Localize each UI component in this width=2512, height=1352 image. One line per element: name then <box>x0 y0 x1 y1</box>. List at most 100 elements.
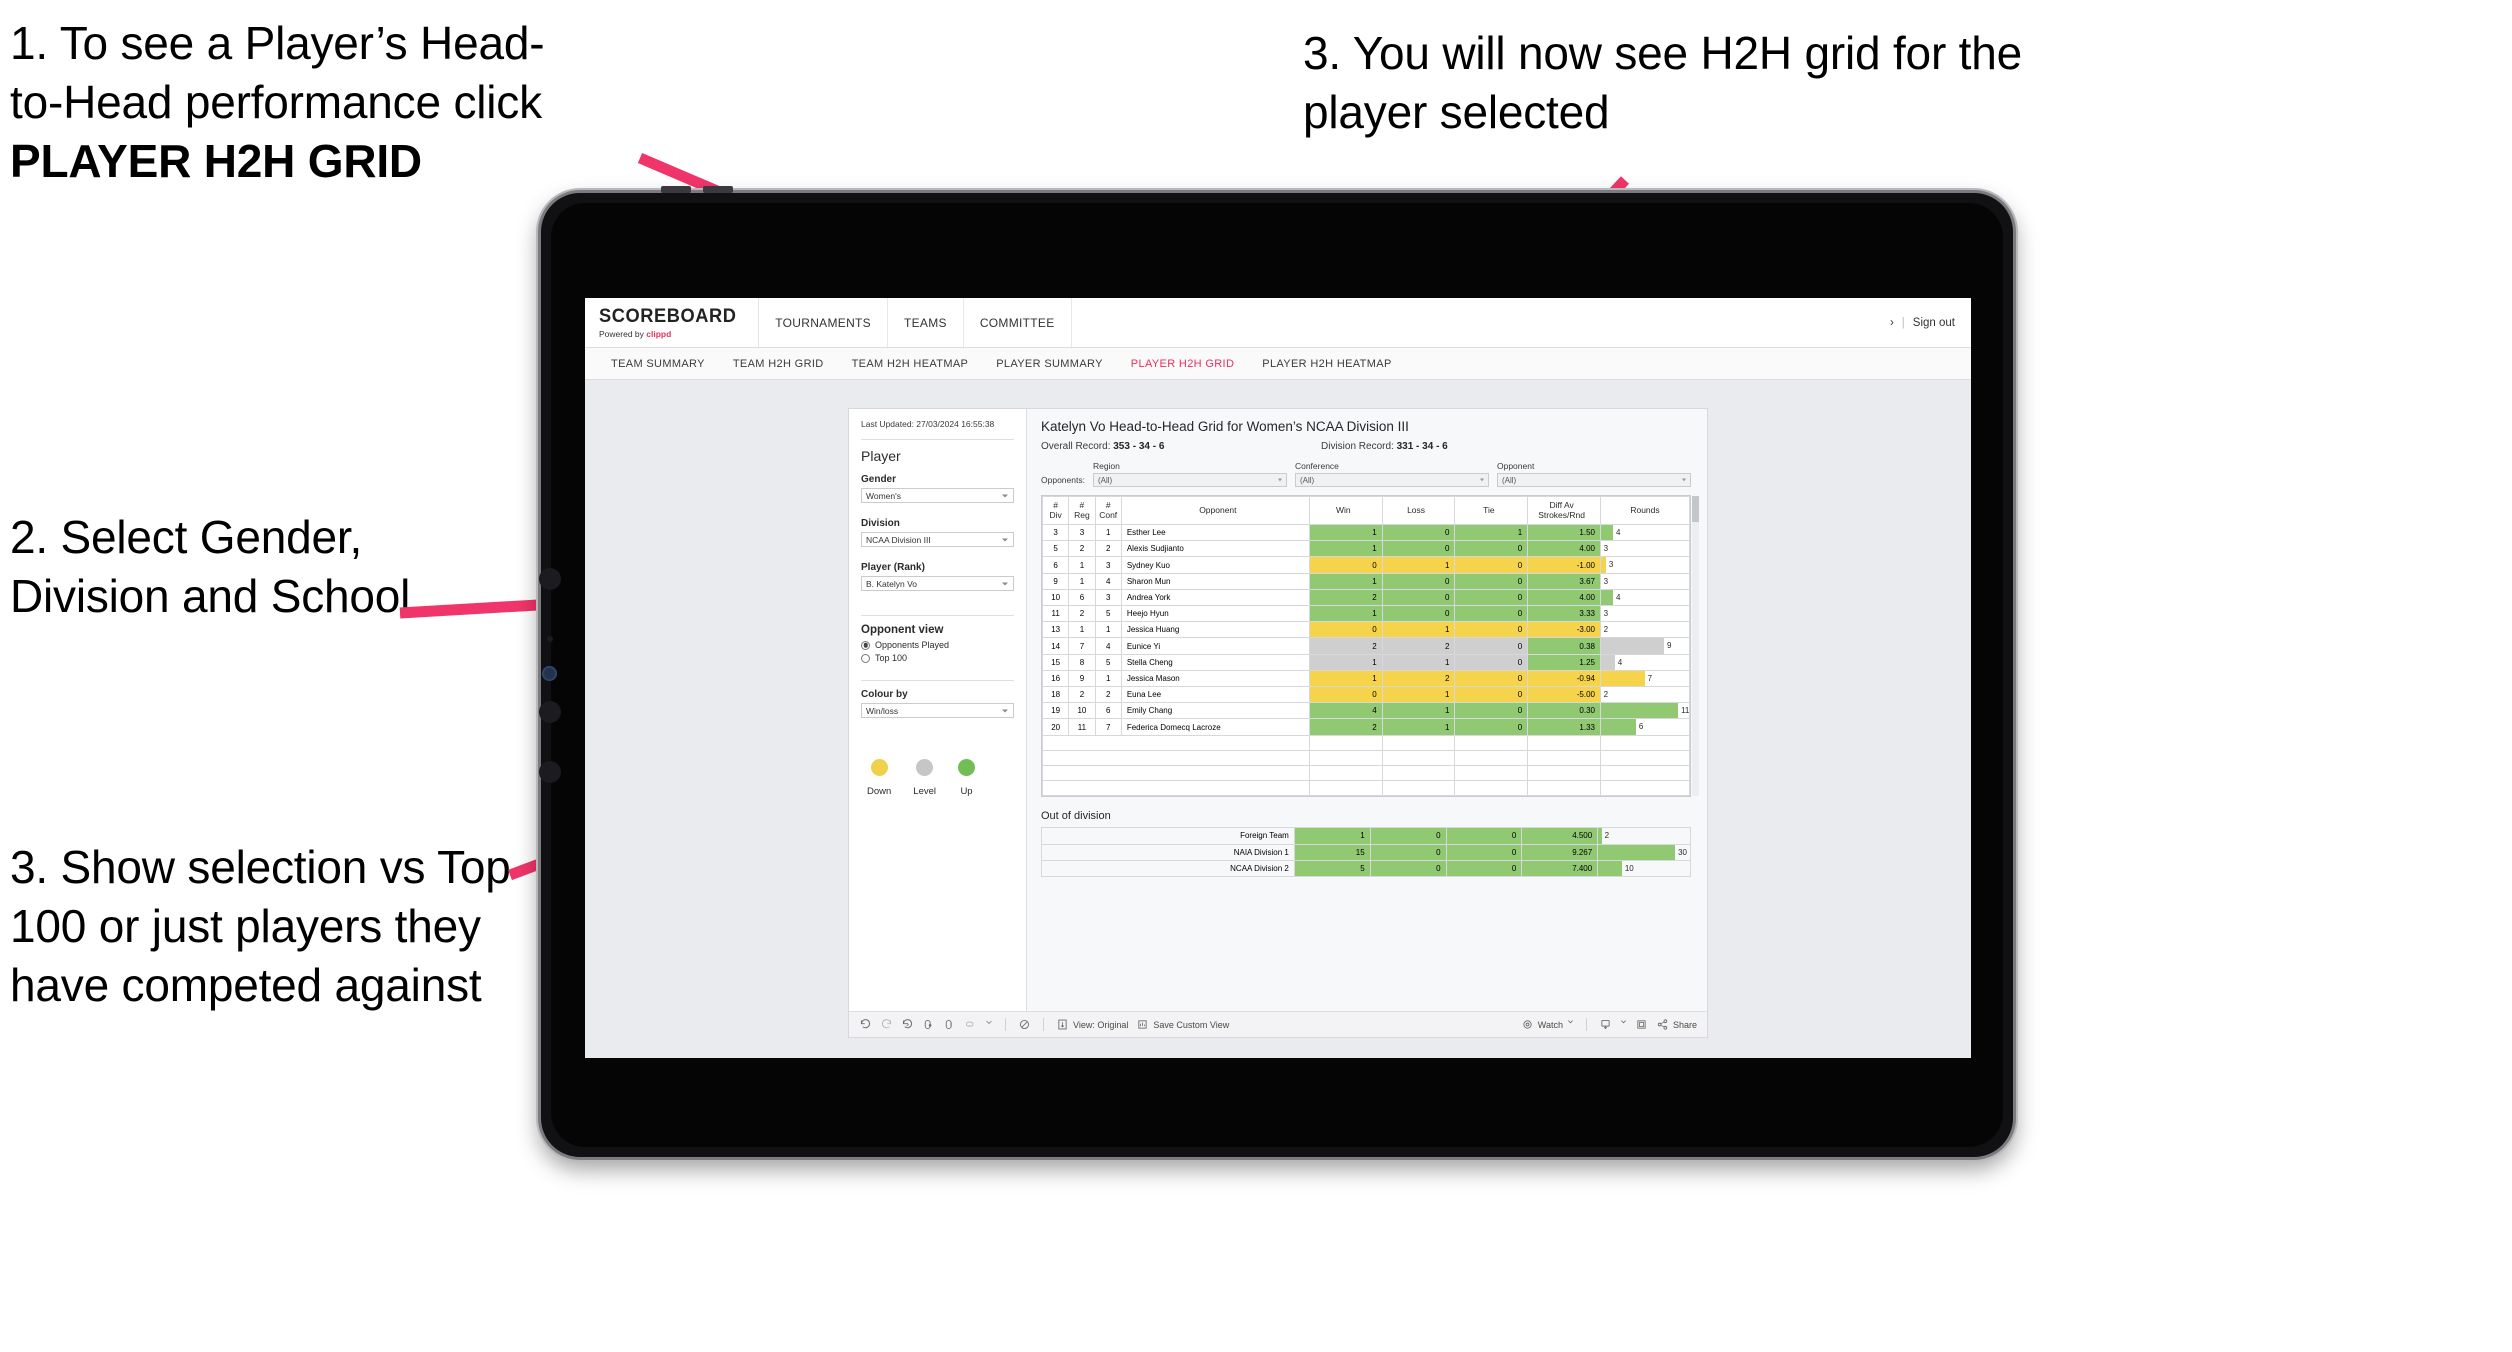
revert-icon[interactable] <box>901 1018 914 1031</box>
colour-by-select[interactable]: Win/loss <box>861 703 1014 719</box>
cell-div: 13 <box>1041 621 1070 639</box>
account-chevron-icon[interactable]: › <box>1890 317 1894 329</box>
cell-loss: 1 <box>1381 621 1456 639</box>
rounds-value: 10 <box>1624 863 1634 873</box>
cell-diff: 0.30 <box>1527 702 1601 720</box>
cell-tie: 0 <box>1454 718 1529 736</box>
table-row-empty <box>1042 780 1690 797</box>
tab-strip: TEAM SUMMARY TEAM H2H GRID TEAM H2H HEAT… <box>585 348 1971 380</box>
tab-team-h2h-grid[interactable]: TEAM H2H GRID <box>719 358 838 370</box>
cell-diff: 4.00 <box>1527 588 1601 607</box>
cell-diff: 1.50 <box>1527 523 1601 542</box>
share-label: Share <box>1672 1019 1697 1030</box>
chevron-down-icon <box>1002 709 1008 713</box>
cell-conf: 1 <box>1094 523 1122 542</box>
volume-button-2[interactable] <box>703 186 733 193</box>
refresh-data-icon[interactable] <box>922 1018 935 1031</box>
cell-group-name: Foreign Team <box>1041 827 1295 845</box>
cell-tie: 0 <box>1454 556 1529 574</box>
player-section-heading: Player <box>861 448 901 465</box>
table-row[interactable]: 16 9 1 Jessica Mason 1 2 0 -0.94 7 <box>1041 669 1690 688</box>
table-row[interactable]: 10 6 3 Andrea York 2 0 0 4.00 4 <box>1041 588 1690 607</box>
rounds-value: 3 <box>1603 544 1609 554</box>
cell-opponent: Sydney Kuo <box>1120 556 1310 574</box>
th-diff: Diff Av Strokes/Rnd <box>1527 496 1601 525</box>
cell-rounds: 6 <box>1600 718 1690 736</box>
player-rank-select[interactable]: B. Katelyn Vo <box>861 576 1014 592</box>
table-row[interactable]: 11 2 5 Heejo Hyun 1 0 0 3.33 3 <box>1041 605 1690 623</box>
table-row[interactable]: 19 10 6 Emily Chang 4 1 0 0.30 11 <box>1041 702 1690 720</box>
opponent-value: (All) <box>1501 475 1517 485</box>
share-button[interactable]: Share <box>1656 1018 1697 1031</box>
out-of-division-title: Out of division <box>1041 810 1111 823</box>
grid-scrollbar-thumb[interactable] <box>1692 496 1699 522</box>
table-row[interactable]: 9 1 4 Sharon Mun 1 0 0 3.67 3 <box>1041 572 1690 590</box>
out-of-division-row[interactable]: Foreign Team 1 0 0 4.500 2 <box>1041 827 1691 845</box>
undo-icon[interactable] <box>859 1018 872 1031</box>
gender-label: Gender <box>861 474 897 486</box>
cell-win: 1 <box>1308 653 1383 671</box>
region-select[interactable]: (All) <box>1092 473 1287 487</box>
table-row[interactable]: 20 11 7 Federica Domecq Lacroze 2 1 0 1.33 6 <box>1041 718 1690 736</box>
out-of-division-row[interactable]: NAIA Division 1 15 0 0 9.267 30 <box>1041 843 1691 861</box>
cell-opponent: Eunice Yi <box>1120 637 1310 655</box>
rounds-value: 4 <box>1617 657 1623 667</box>
chevron-down-icon[interactable] <box>1620 1018 1627 1031</box>
radio-top-100[interactable]: Top 100 <box>861 653 1014 663</box>
view-icon <box>1056 1018 1069 1031</box>
player-rank-label: Player (Rank) <box>861 562 925 574</box>
tab-player-h2h-grid[interactable]: PLAYER H2H GRID <box>1117 358 1248 370</box>
table-row[interactable]: 18 2 2 Euna Lee 0 1 0 -5.00 2 <box>1041 686 1690 704</box>
nav-item-committee[interactable]: COMMITTEE <box>964 298 1072 347</box>
cell-win: 1 <box>1308 605 1383 623</box>
download-icon[interactable] <box>1599 1018 1612 1031</box>
view-original-button[interactable]: View: Original <box>1056 1018 1128 1031</box>
highlight-icon[interactable] <box>964 1018 977 1031</box>
opponent-filter-row: Opponents: Region (All) Conference (All)… <box>1041 461 1691 487</box>
cell-opponent: Jessica Huang <box>1120 621 1310 639</box>
table-row[interactable]: 13 1 1 Jessica Huang 0 1 0 -3.00 2 <box>1041 621 1690 639</box>
radio-opponents-played[interactable]: Opponents Played <box>861 640 1014 650</box>
tab-team-summary[interactable]: TEAM SUMMARY <box>597 358 719 370</box>
rounds-value: 11 <box>1681 706 1690 716</box>
opponent-select[interactable]: (All) <box>1496 473 1691 487</box>
cell-rounds: 3 <box>1600 605 1690 623</box>
legend-item-up: Up <box>958 759 976 797</box>
redo-icon[interactable] <box>880 1018 893 1031</box>
rounds-value: 6 <box>1638 722 1644 732</box>
sign-out-link[interactable]: Sign out <box>1913 317 1955 329</box>
toolbar-divider-2 <box>1043 1018 1044 1031</box>
table-row[interactable]: 15 8 5 Stella Cheng 1 1 0 1.25 4 <box>1041 653 1690 671</box>
tab-team-h2h-heatmap[interactable]: TEAM H2H HEATMAP <box>838 358 983 370</box>
tab-player-h2h-heatmap[interactable]: PLAYER H2H HEATMAP <box>1248 358 1405 370</box>
cell-tie: 0 <box>1445 859 1523 878</box>
cell-reg: 7 <box>1068 637 1096 655</box>
brand-logo[interactable]: SCOREBOARD Powered by clippd <box>585 298 760 347</box>
legend-dot-down <box>870 759 888 777</box>
clear-sheet-icon[interactable] <box>1018 1018 1031 1031</box>
save-custom-view-button[interactable]: Save Custom View <box>1136 1018 1229 1031</box>
table-row[interactable]: 14 7 4 Eunice Yi 2 2 0 0.38 9 <box>1041 637 1690 655</box>
table-row[interactable]: 6 1 3 Sydney Kuo 0 1 0 -1.00 3 <box>1041 556 1690 574</box>
chevron-down-icon[interactable] <box>985 1018 993 1031</box>
table-row[interactable]: 5 2 2 Alexis Sudjianto 1 0 0 4.00 3 <box>1041 540 1690 558</box>
cell-opponent: Jessica Mason <box>1120 669 1310 688</box>
cell-div: 5 <box>1041 540 1070 558</box>
fullscreen-icon[interactable] <box>1635 1018 1648 1031</box>
tab-player-summary[interactable]: PLAYER SUMMARY <box>982 358 1117 370</box>
out-of-division-row[interactable]: NCAA Division 2 5 0 0 7.400 10 <box>1041 859 1691 878</box>
watch-button[interactable]: Watch <box>1521 1018 1574 1031</box>
grid-scrollbar[interactable] <box>1692 496 1699 797</box>
th-conf: # Conf <box>1094 496 1122 525</box>
conference-select[interactable]: (All) <box>1294 473 1489 487</box>
gender-select[interactable]: Women's <box>861 488 1014 504</box>
table-row[interactable]: 3 3 1 Esther Lee 1 0 1 1.50 4 <box>1041 523 1690 542</box>
nav-item-teams[interactable]: TEAMS <box>888 298 964 347</box>
cell-tie: 0 <box>1454 686 1529 704</box>
nav-item-tournaments[interactable]: TOURNAMENTS <box>759 298 888 347</box>
volume-button-1[interactable] <box>661 186 691 193</box>
division-select[interactable]: NCAA Division III <box>861 532 1014 548</box>
legend-label-down: Down <box>867 786 892 798</box>
watch-icon <box>1521 1018 1534 1031</box>
pause-updates-icon[interactable] <box>943 1018 956 1031</box>
